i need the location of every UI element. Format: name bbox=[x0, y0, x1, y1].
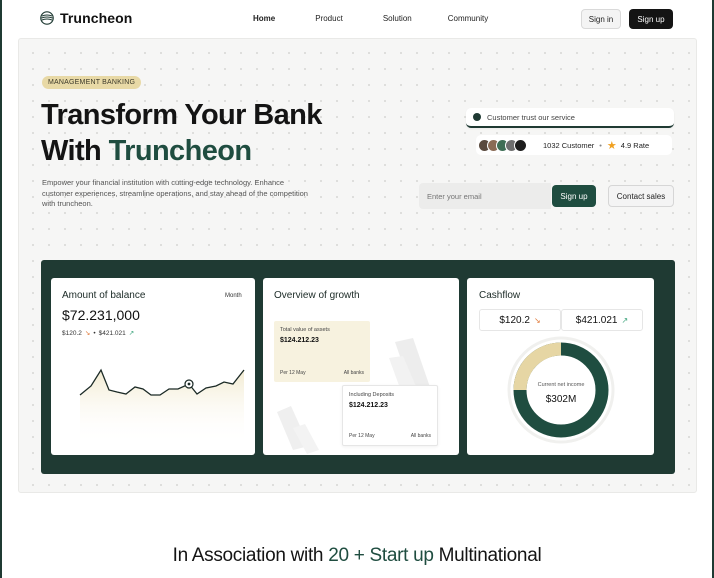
customer-count: 1032 Customer bbox=[543, 140, 595, 150]
deposits-value: $124.212.23 bbox=[349, 402, 388, 409]
association-heading: In Association with 20 + Start up Multin… bbox=[0, 545, 714, 567]
cashflow-card: Cashflow $120.2 ↘ $421.021 ↗ Current net… bbox=[467, 278, 654, 455]
association-prefix: In Association with bbox=[172, 545, 324, 566]
separator-dot: • bbox=[599, 140, 602, 150]
trend-up-icon: ↗ bbox=[621, 315, 629, 325]
growth-card: Overview of growth Total value of assets… bbox=[263, 278, 459, 455]
deposits-scope: All banks bbox=[410, 433, 431, 439]
deposits-date: Per 12 May bbox=[349, 433, 375, 439]
donut-value: $302M bbox=[545, 394, 577, 405]
assets-date: Per 12 May bbox=[280, 370, 306, 376]
nav-link-community[interactable]: Community bbox=[448, 14, 488, 23]
assets-scope: All banks bbox=[343, 370, 364, 376]
deposits-footer: Per 12 May All banks bbox=[349, 433, 431, 439]
customer-avatars bbox=[478, 138, 527, 152]
nav-link-solution[interactable]: Solution bbox=[383, 14, 412, 23]
nav-link-home[interactable]: Home bbox=[253, 14, 275, 23]
cashflow-right-value: $421.021 bbox=[575, 314, 618, 326]
brand-name: Truncheon bbox=[60, 10, 133, 26]
period-selector[interactable]: Month bbox=[225, 293, 242, 299]
trend-down-icon: ↘ bbox=[533, 315, 541, 325]
balance-changes: $120.2 ↘ • $421.021 ↗ bbox=[62, 329, 135, 338]
logo-icon bbox=[40, 11, 54, 25]
headline-line-1: Transform Your Bank bbox=[41, 99, 322, 131]
balance-value: $72.231,000 bbox=[62, 307, 140, 323]
email-input[interactable] bbox=[419, 183, 551, 209]
hero-sign-up-button[interactable]: Sign up bbox=[552, 185, 596, 207]
rating-value: 4.9 Rate bbox=[620, 140, 650, 150]
balance-marker-dot bbox=[187, 382, 191, 386]
customer-rating-row: 1032 Customer • ★ 4.9 Rate bbox=[476, 135, 672, 155]
balance-sub-up: $421.021 bbox=[98, 329, 126, 337]
trend-up-icon: ↗ bbox=[128, 330, 135, 337]
sign-in-button[interactable]: Sign in bbox=[581, 9, 621, 29]
trust-icon bbox=[473, 113, 481, 121]
headline-accent: Truncheon bbox=[108, 135, 252, 167]
balance-area bbox=[80, 370, 244, 444]
separator-dot: • bbox=[93, 329, 96, 337]
deposits-label: Including Deposits bbox=[349, 392, 394, 398]
association-suffix: Multinational bbox=[438, 545, 542, 566]
contact-sales-button[interactable]: Contact sales bbox=[608, 185, 674, 207]
trend-down-icon: ↘ bbox=[84, 330, 91, 337]
cashflow-title: Cashflow bbox=[479, 290, 521, 301]
hero-description: Empower your financial institution with … bbox=[42, 178, 308, 208]
balance-title: Amount of balance bbox=[62, 290, 146, 301]
balance-sub-down: $120.2 bbox=[62, 329, 82, 337]
assets-footer: Per 12 May All banks bbox=[280, 370, 364, 376]
brand-logo[interactable]: Truncheon bbox=[40, 10, 132, 26]
headline-prefix: With bbox=[41, 135, 102, 167]
trust-pill: Customer trust our service bbox=[466, 108, 674, 128]
balance-line-chart bbox=[79, 368, 245, 444]
cashflow-left-box: $120.2 ↘ bbox=[479, 309, 561, 331]
donut-label: Current net income bbox=[537, 382, 585, 388]
assets-label: Total value of assets bbox=[280, 327, 330, 333]
donut-center bbox=[528, 357, 594, 423]
avatar bbox=[514, 138, 527, 152]
cashflow-left-value: $120.2 bbox=[499, 314, 530, 326]
hero-headline: Transform Your Bank With Truncheon bbox=[41, 97, 322, 169]
deposits-mini-card[interactable]: Including Deposits $124.212.23 Per 12 Ma… bbox=[342, 385, 438, 446]
star-icon: ★ bbox=[606, 139, 617, 152]
headline-line-2: With Truncheon bbox=[41, 133, 322, 169]
assets-mini-card[interactable]: Total value of assets $124.212.23 Per 12… bbox=[274, 321, 370, 382]
category-badge: MANAGEMENT BANKING bbox=[42, 76, 142, 89]
association-accent: 20 + Start up bbox=[328, 545, 434, 566]
nav-links: Home Product Solution Community bbox=[253, 14, 488, 23]
hero-section: MANAGEMENT BANKING Transform Your Bank W… bbox=[18, 38, 697, 493]
nav-link-product[interactable]: Product bbox=[315, 14, 343, 23]
nav-sign-up-button[interactable]: Sign up bbox=[629, 9, 673, 29]
assets-value: $124.212.23 bbox=[280, 337, 319, 344]
balance-card: Amount of balance Month $72.231,000 $120… bbox=[51, 278, 255, 455]
dashboard-preview-panel: Amount of balance Month $72.231,000 $120… bbox=[41, 260, 675, 474]
trust-label: Customer trust our service bbox=[487, 112, 575, 122]
top-nav: Truncheon Home Product Solution Communit… bbox=[0, 0, 714, 38]
cashflow-right-box: $421.021 ↗ bbox=[561, 309, 643, 331]
